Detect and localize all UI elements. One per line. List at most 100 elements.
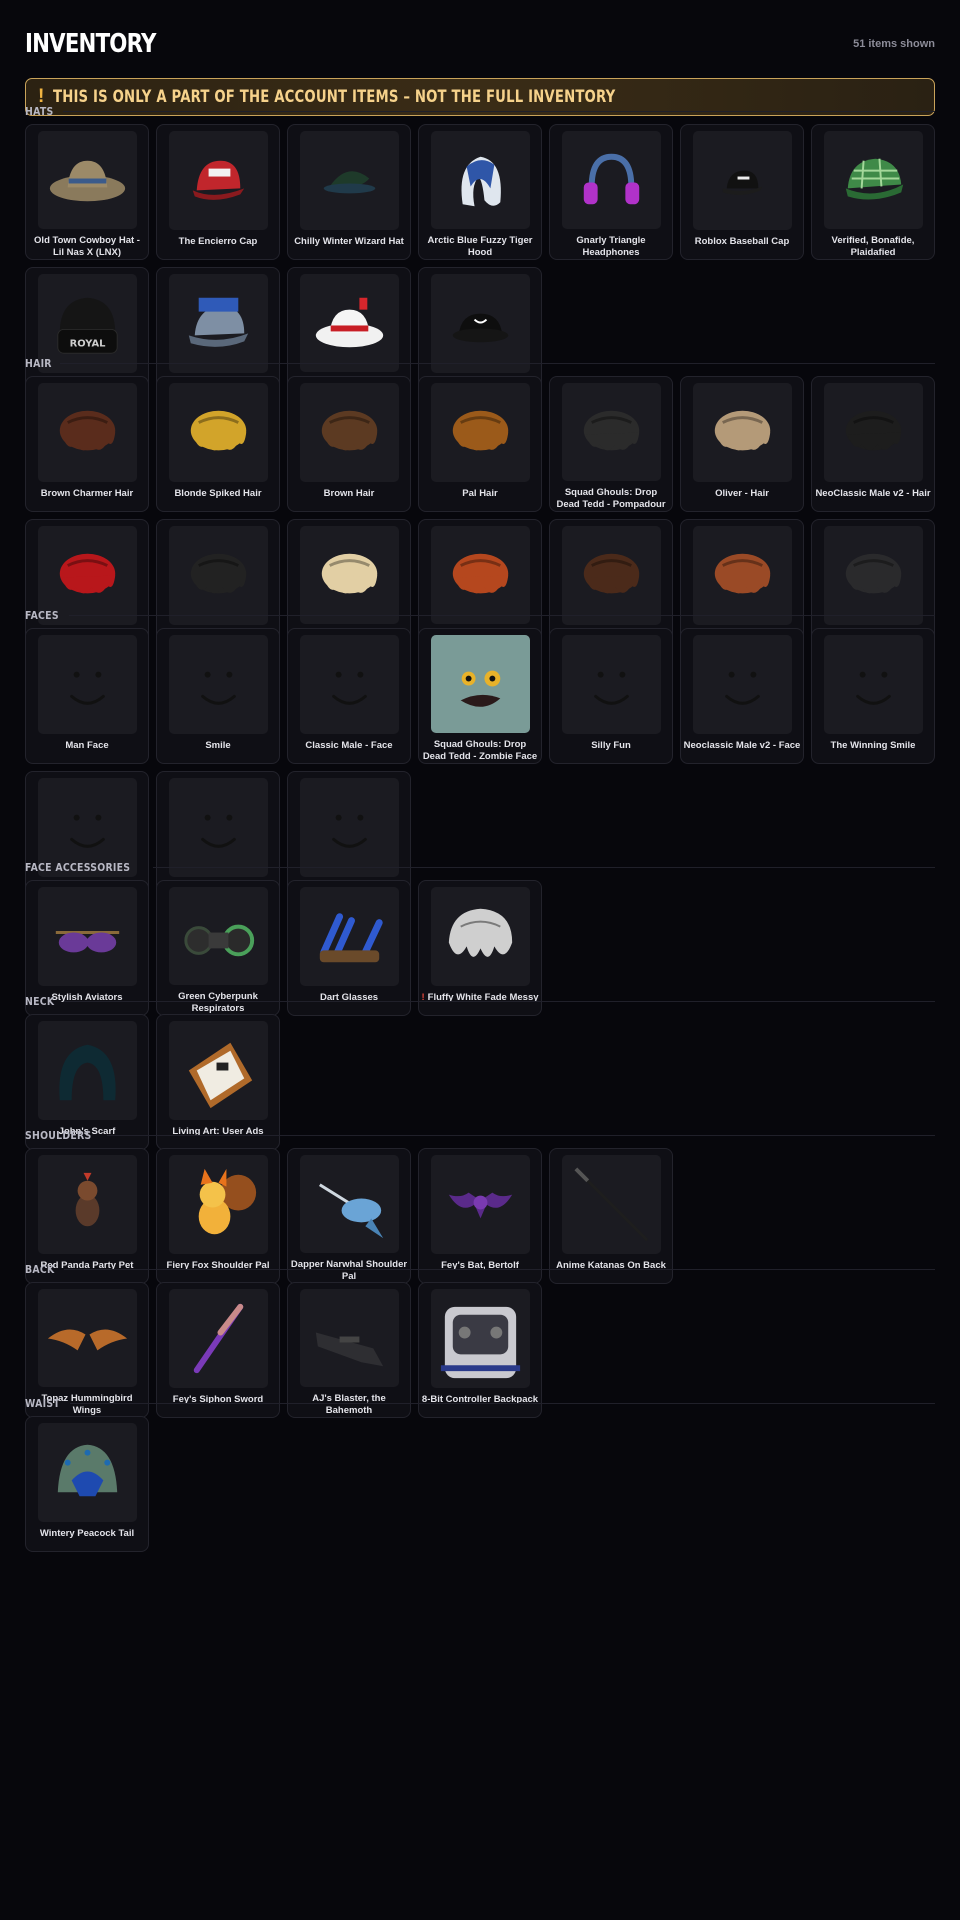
hair-icon bbox=[845, 410, 901, 451]
cowboy-hat-icon bbox=[49, 160, 125, 201]
item-name: Blonde Spiked Hair bbox=[159, 488, 277, 500]
baseball-cap-icon bbox=[722, 170, 762, 195]
item-thumbnail bbox=[430, 887, 530, 986]
item-name-text: Pal Hair bbox=[462, 488, 498, 499]
item-thumbnail bbox=[823, 383, 923, 482]
item-name: Old Town Cowboy Hat - Lil Nas X (LNX) bbox=[28, 235, 146, 259]
red-panda-icon bbox=[75, 1172, 99, 1227]
section-divider bbox=[63, 1268, 935, 1270]
item-name-text: Classic Male - Face bbox=[305, 740, 393, 751]
item-card[interactable]: Chilly Winter Wizard Hat bbox=[287, 124, 411, 260]
narwhal-icon bbox=[318, 1182, 383, 1238]
item-thumbnail bbox=[168, 887, 268, 985]
item-thumbnail bbox=[37, 887, 137, 986]
item-name-text: Arctic Blue Fuzzy Tiger Hood bbox=[427, 235, 533, 258]
hair-icon bbox=[321, 410, 377, 451]
item-card[interactable]: Squad Ghouls: Drop Dead Tedd - Pompadour bbox=[549, 376, 673, 512]
item-card[interactable]: The Encierro Cap bbox=[156, 124, 280, 260]
item-card[interactable]: Verified, Bonafide, Plaidafied bbox=[811, 124, 935, 260]
item-card[interactable]: Gnarly Triangle Headphones bbox=[549, 124, 673, 260]
item-thumbnail bbox=[168, 1155, 268, 1254]
item-name-text: Oliver - Hair bbox=[715, 488, 769, 499]
item-name: Arctic Blue Fuzzy Tiger Hood bbox=[421, 235, 539, 259]
item-thumbnail bbox=[168, 1289, 268, 1388]
item-card[interactable]: Arctic Blue Fuzzy Tiger Hood bbox=[418, 124, 542, 260]
item-name: Squad Ghouls: Drop Dead Tedd - Zombie Fa… bbox=[421, 739, 539, 763]
item-thumbnail bbox=[692, 635, 792, 734]
item-card[interactable]: NeoClassic Male v2 - Hair bbox=[811, 376, 935, 512]
face-icon bbox=[69, 671, 105, 705]
section-header: WAIST bbox=[25, 1396, 935, 1410]
section-title: SHOULDERS bbox=[25, 1128, 92, 1142]
item-thumbnail bbox=[299, 1155, 399, 1253]
item-thumbnail bbox=[692, 131, 792, 230]
item-thumbnail bbox=[430, 383, 530, 482]
section-title: NECK bbox=[25, 994, 55, 1008]
section-header: SHOULDERS bbox=[25, 1128, 935, 1142]
item-thumbnail bbox=[37, 1289, 137, 1387]
item-card[interactable]: Roblox Baseball Cap bbox=[680, 124, 804, 260]
hair-icon bbox=[59, 410, 115, 451]
item-thumbnail bbox=[692, 383, 792, 482]
section-title: BACK bbox=[25, 1262, 55, 1276]
sword-icon bbox=[193, 1303, 243, 1374]
section-divider bbox=[70, 1402, 935, 1404]
item-name: Classic Male - Face bbox=[290, 740, 408, 752]
item-card[interactable]: Blonde Spiked Hair bbox=[156, 376, 280, 512]
katana-icon bbox=[573, 1167, 648, 1242]
header: INVENTORY 51 items shown bbox=[25, 24, 935, 64]
item-card[interactable]: Pal Hair bbox=[418, 376, 542, 512]
section-divider bbox=[107, 1134, 935, 1136]
item-card[interactable]: The Winning Smile bbox=[811, 628, 935, 764]
face-icon bbox=[724, 671, 760, 705]
svg-text:ROYAL: ROYAL bbox=[69, 338, 105, 349]
item-name: Neoclassic Male v2 - Face bbox=[683, 740, 801, 752]
item-card[interactable]: Old Town Cowboy Hat - Lil Nas X (LNX) bbox=[25, 124, 149, 260]
item-card[interactable]: Wintery Peacock Tail bbox=[25, 1416, 149, 1552]
item-card[interactable]: Man Face bbox=[25, 628, 149, 764]
item-name-text: The Encierro Cap bbox=[178, 236, 258, 247]
aviators-icon bbox=[55, 931, 119, 953]
item-name-text: Man Face bbox=[65, 740, 109, 751]
item-card[interactable]: Neoclassic Male v2 - Face bbox=[680, 628, 804, 764]
bat-icon bbox=[448, 1192, 512, 1219]
section-face-accessories: FACE ACCESSORIES Stylish Aviators Green … bbox=[25, 860, 935, 1016]
fluffy-hair-icon bbox=[448, 908, 512, 957]
item-grid: Wintery Peacock Tail bbox=[25, 1416, 935, 1552]
item-thumbnail bbox=[37, 383, 137, 482]
item-name-text: NeoClassic Male v2 - Hair bbox=[815, 488, 931, 499]
hair-icon bbox=[452, 410, 508, 451]
section-header: HAIR bbox=[25, 356, 935, 370]
item-card[interactable]: Brown Charmer Hair bbox=[25, 376, 149, 512]
item-card[interactable]: Brown Hair bbox=[287, 376, 411, 512]
item-name-text: Brown Charmer Hair bbox=[40, 488, 134, 499]
item-thumbnail bbox=[823, 635, 923, 734]
item-name-text: Old Town Cowboy Hat - Lil Nas X (LNX) bbox=[34, 235, 140, 258]
section-shoulders: SHOULDERS Red Panda Party Pet Fiery Fox … bbox=[25, 1128, 935, 1284]
hair-icon bbox=[583, 410, 639, 450]
item-name-text: Squad Ghouls: Drop Dead Tedd - Zombie Fa… bbox=[422, 739, 538, 762]
tiger-hood-icon bbox=[460, 156, 501, 206]
item-name: The Encierro Cap bbox=[159, 236, 277, 248]
section-header: HATS bbox=[25, 104, 935, 118]
item-card[interactable]: Classic Male - Face bbox=[287, 628, 411, 764]
face-icon bbox=[331, 671, 367, 705]
section-title: HATS bbox=[25, 104, 54, 118]
hair-icon bbox=[714, 410, 770, 451]
item-card[interactable]: Squad Ghouls: Drop Dead Tedd - Zombie Fa… bbox=[418, 628, 542, 764]
item-card[interactable]: Silly Fun bbox=[549, 628, 673, 764]
item-thumbnail bbox=[299, 635, 399, 734]
section-back: BACK Topaz Hummingbird Wings Fey's Sipho… bbox=[25, 1262, 935, 1418]
item-name: Smile bbox=[159, 740, 277, 752]
face-icon bbox=[593, 671, 629, 705]
section-title: WAIST bbox=[25, 1396, 60, 1410]
item-name: Squad Ghouls: Drop Dead Tedd - Pompadour bbox=[552, 487, 670, 511]
section-title: FACE ACCESSORIES bbox=[25, 860, 131, 874]
item-name-text: Roblox Baseball Cap bbox=[694, 236, 790, 247]
item-card[interactable]: Oliver - Hair bbox=[680, 376, 804, 512]
item-thumbnail bbox=[168, 1021, 268, 1120]
respirator-icon bbox=[183, 924, 254, 956]
item-thumbnail bbox=[37, 1423, 137, 1522]
wizard-hat-icon bbox=[323, 171, 375, 194]
item-card[interactable]: Smile bbox=[156, 628, 280, 764]
